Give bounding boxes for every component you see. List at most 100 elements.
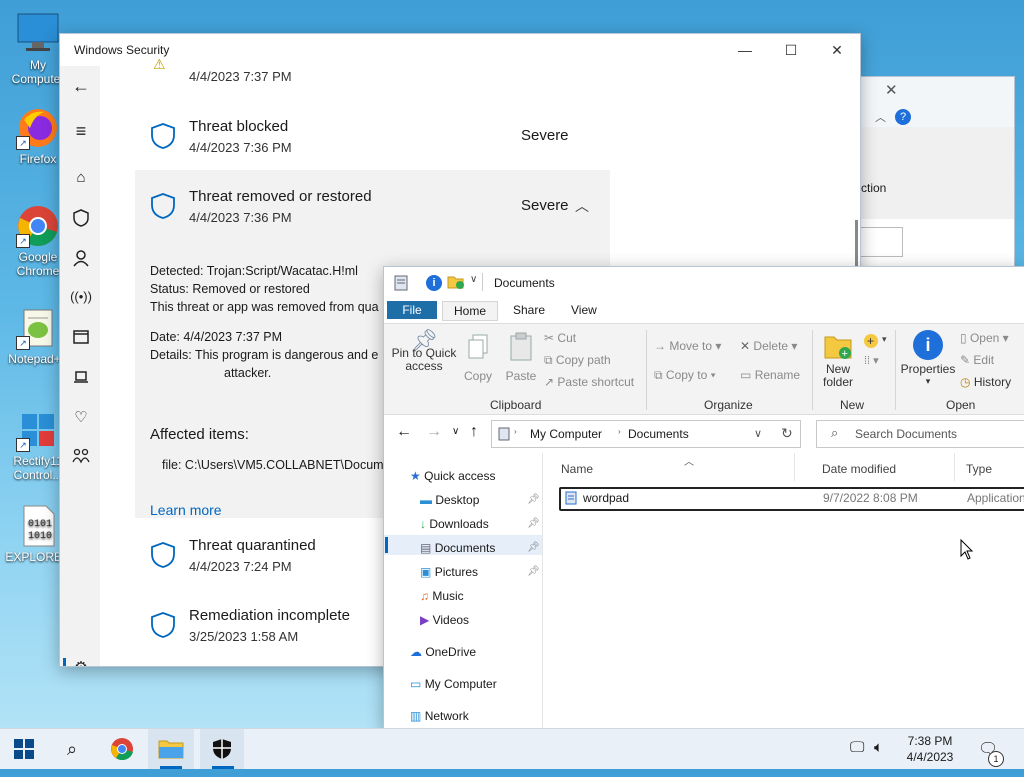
- rectify11-icon: ↗: [16, 408, 60, 452]
- nav-quick-access[interactable]: ★ Quick access: [410, 469, 495, 483]
- cut-button[interactable]: ✂ Cut: [544, 331, 576, 345]
- new-folder-icon[interactable]: [447, 274, 465, 293]
- close-icon[interactable]: ✕: [885, 81, 898, 99]
- notepad-icon[interactable]: [394, 275, 408, 294]
- maximize-icon[interactable]: ☐: [768, 34, 814, 66]
- cloud-icon: ☁: [410, 645, 422, 659]
- heart-pulse-icon[interactable]: ♡: [70, 408, 92, 430]
- copy-path-button[interactable]: ⧉ Copy path: [544, 353, 611, 368]
- laptop-icon[interactable]: [70, 369, 92, 391]
- refresh-icon[interactable]: ↻: [781, 425, 793, 442]
- back-arrow-icon[interactable]: ←: [70, 76, 92, 98]
- history-button[interactable]: ◷ History: [960, 375, 1011, 389]
- breadcrumb-my-computer[interactable]: My Computer: [530, 427, 602, 441]
- dialog-input[interactable]: [859, 227, 903, 257]
- clock[interactable]: 7:38 PM 4/4/2023: [900, 733, 960, 765]
- tab-view[interactable]: View: [571, 303, 597, 317]
- nav-label: Network: [424, 709, 469, 723]
- chrome-icon: ↗: [16, 204, 60, 248]
- column-type[interactable]: Type: [966, 462, 992, 476]
- move-to-button[interactable]: → Move to ▾: [654, 339, 721, 353]
- threat-date: 4/4/2023 7:37 PM: [189, 69, 292, 84]
- new-item-icon[interactable]: +: [862, 332, 880, 353]
- paste-shortcut-button[interactable]: ↗ Paste shortcut: [544, 375, 634, 389]
- monitor-icon: [16, 12, 60, 56]
- nav-videos[interactable]: ▶ Videos: [420, 613, 469, 627]
- info-icon[interactable]: i: [426, 275, 442, 291]
- file-explorer-taskbar-icon[interactable]: [148, 729, 194, 769]
- pin-icon[interactable]: 📌︎: [527, 566, 540, 577]
- back-arrow-icon[interactable]: ←: [396, 423, 412, 441]
- volume-icon[interactable]: 🔈︎: [874, 739, 883, 756]
- threat-item[interactable]: ⚠ 4/4/2023 7:37 PM: [135, 56, 610, 88]
- shield-icon: [150, 122, 175, 150]
- pin-quick-access-button[interactable]: 📌︎ Pin to Quick access: [390, 330, 458, 373]
- tab-home[interactable]: Home: [442, 301, 498, 321]
- new-folder-button[interactable]: + New folder: [820, 332, 856, 389]
- column-date-modified[interactable]: Date modified: [822, 462, 896, 476]
- threat-item[interactable]: Threat blocked 4/4/2023 7:36 PM Severe: [135, 118, 610, 158]
- tab-file[interactable]: File: [387, 301, 437, 319]
- nav-onedrive[interactable]: ☁ OneDrive: [410, 645, 476, 659]
- nav-my-computer[interactable]: ▭ My Computer: [410, 677, 497, 691]
- delete-button[interactable]: ✕ Delete ▾: [740, 339, 797, 353]
- nav-downloads[interactable]: ↓ Downloads: [420, 517, 489, 531]
- nav-music[interactable]: ♫ Music: [420, 589, 464, 603]
- close-icon[interactable]: ✕: [814, 34, 860, 66]
- breadcrumb-documents[interactable]: Documents: [628, 427, 689, 441]
- address-dropdown-icon[interactable]: ∨: [754, 427, 762, 440]
- rename-button[interactable]: ▭ Rename: [740, 368, 800, 382]
- chevron-up-icon[interactable]: ︿: [575, 196, 589, 216]
- properties-button[interactable]: i Properties ▾: [900, 330, 956, 387]
- scrollbar-thumb[interactable]: [855, 220, 858, 270]
- copy-to-button[interactable]: ⧉ Copy to ▾: [654, 368, 716, 383]
- desktop-icon: ▬: [420, 493, 432, 507]
- sort-up-icon: ︿: [684, 457, 694, 468]
- table-row[interactable]: wordpad 9/7/2022 8:08 PM Application: [559, 487, 1024, 511]
- pin-icon[interactable]: 📌︎: [527, 518, 540, 529]
- windows-security-taskbar-icon[interactable]: [200, 729, 244, 769]
- home-icon[interactable]: ⌂: [70, 169, 92, 191]
- pin-label: Pin to Quick access: [391, 346, 457, 373]
- column-name[interactable]: Name: [561, 462, 593, 476]
- address-bar[interactable]: › My Computer › Documents ∨ ↻: [491, 420, 801, 448]
- up-arrow-icon[interactable]: ↑: [470, 423, 478, 441]
- open-button[interactable]: ▯ Open ▾: [960, 331, 1009, 345]
- app-browser-icon[interactable]: [70, 329, 92, 351]
- nav-label: OneDrive: [425, 645, 477, 659]
- copy-path-icon: ⧉: [544, 353, 553, 367]
- pin-icon[interactable]: 📌︎: [527, 494, 540, 505]
- learn-more-link[interactable]: Learn more: [150, 502, 222, 518]
- nav-label: Documents: [434, 541, 496, 555]
- network-status-icon[interactable]: 🖵︎: [850, 739, 864, 756]
- search-icon[interactable]: ⌕: [52, 729, 92, 769]
- nav-network[interactable]: ▥ Network: [410, 709, 469, 723]
- edit-button[interactable]: ✎ Edit: [960, 353, 994, 367]
- recent-chevron-icon[interactable]: ∨: [452, 426, 459, 437]
- settings-gear-icon[interactable]: ⚙: [70, 658, 92, 666]
- person-icon[interactable]: [70, 249, 92, 271]
- search-box[interactable]: ⌕ Search Documents: [816, 420, 1024, 448]
- easy-access-icon[interactable]: ⁞⁞ ▾: [864, 354, 879, 367]
- forward-arrow-icon[interactable]: →: [426, 423, 442, 441]
- tab-share[interactable]: Share: [513, 303, 545, 317]
- family-icon[interactable]: [70, 448, 92, 470]
- help-icon[interactable]: ?: [895, 109, 911, 125]
- paste-button[interactable]: Paste: [504, 332, 538, 383]
- rename-label: Rename: [754, 368, 801, 382]
- pin-icon[interactable]: 📌︎: [527, 542, 540, 553]
- minimize-icon[interactable]: —: [722, 34, 768, 66]
- start-windows-icon[interactable]: [4, 729, 44, 769]
- chevron-up-icon[interactable]: ︿: [875, 109, 886, 125]
- nav-desktop[interactable]: ▬ Desktop: [420, 493, 479, 507]
- nav-documents[interactable]: ▤ Documents: [420, 541, 495, 555]
- nav-pictures[interactable]: ▣ Pictures: [420, 565, 478, 579]
- copy-button[interactable]: Copy: [462, 334, 494, 383]
- threat-item[interactable]: Threat removed or restored 4/4/2023 7:36…: [135, 188, 610, 228]
- videos-icon: ▶: [420, 613, 430, 627]
- shield-icon[interactable]: [70, 209, 92, 231]
- chrome-taskbar-icon[interactable]: [102, 729, 142, 769]
- hamburger-menu-icon[interactable]: ≡: [70, 121, 92, 143]
- wifi-icon[interactable]: ((•)): [70, 289, 92, 311]
- chevron-down-icon[interactable]: ∨: [470, 274, 477, 285]
